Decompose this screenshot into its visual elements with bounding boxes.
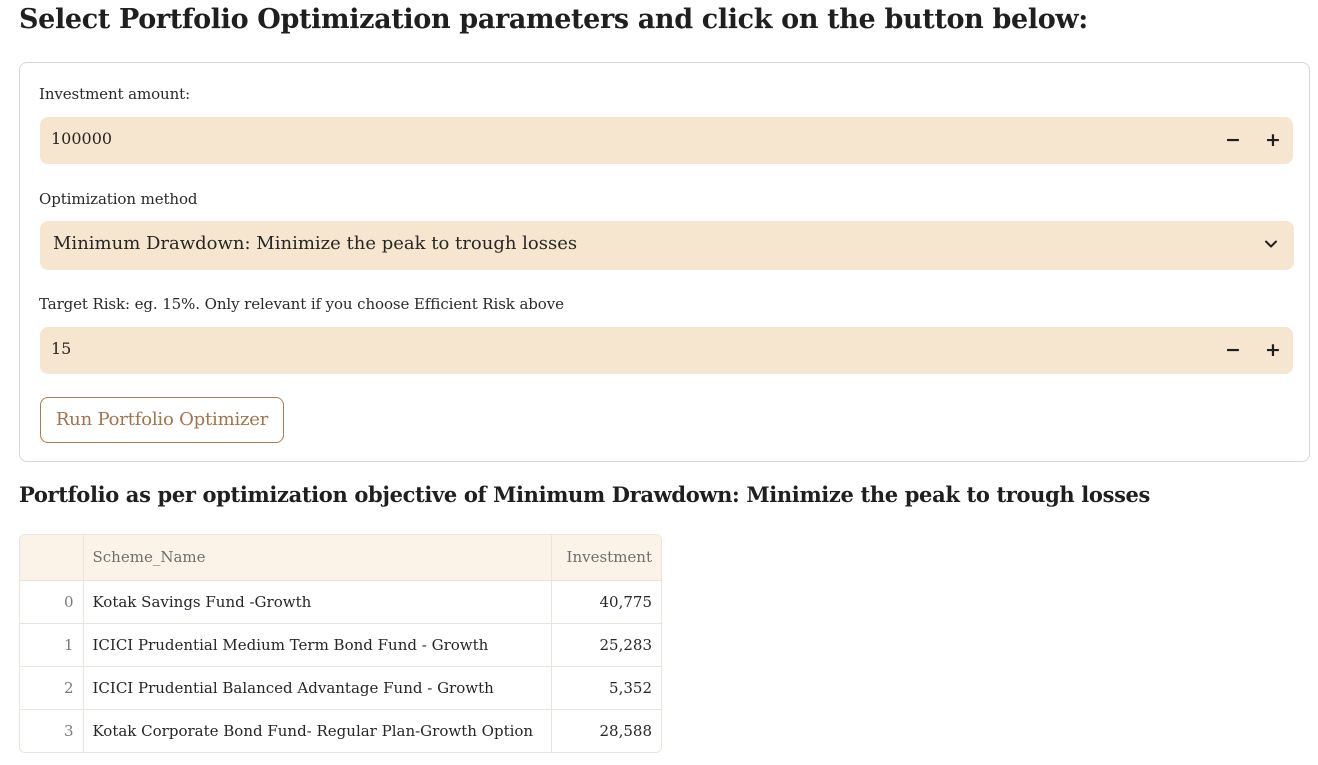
investment-amount-label: Investment amount:: [39, 85, 191, 103]
optimization-method-select[interactable]: Minimum Drawdown: Minimize the peak to t…: [40, 221, 1294, 270]
table-header-row: Scheme_Name Investment: [20, 535, 661, 581]
run-optimizer-button[interactable]: Run Portfolio Optimizer: [40, 397, 284, 443]
result-title: Portfolio as per optimization objective …: [19, 482, 1151, 507]
investment-cell[interactable]: 40,775: [551, 580, 661, 624]
portfolio-table: Scheme_Name Investment 0 Kotak Savings F…: [19, 534, 662, 753]
investment-amount-value[interactable]: 100000: [51, 129, 112, 148]
column-header-scheme-name[interactable]: Scheme_Name: [83, 535, 552, 581]
scheme-name-cell[interactable]: Kotak Savings Fund -Growth: [83, 580, 552, 624]
row-index: 3: [20, 709, 84, 752]
chevron-down-icon[interactable]: [1264, 237, 1278, 251]
table-row: 2 ICICI Prudential Balanced Advantage Fu…: [20, 666, 661, 710]
scheme-name-cell[interactable]: Kotak Corporate Bond Fund- Regular Plan-…: [83, 709, 552, 752]
table-row: 1 ICICI Prudential Medium Term Bond Fund…: [20, 623, 661, 667]
table-row: 3 Kotak Corporate Bond Fund- Regular Pla…: [20, 709, 661, 752]
optimization-method-value[interactable]: Minimum Drawdown: Minimize the peak to t…: [53, 233, 577, 254]
target-risk-increment-button[interactable]: +: [1261, 338, 1285, 362]
row-index: 2: [20, 666, 84, 710]
target-risk-input[interactable]: 15 − +: [40, 327, 1293, 374]
column-header-investment[interactable]: Investment: [551, 535, 661, 581]
investment-increment-button[interactable]: +: [1261, 128, 1285, 152]
target-risk-value[interactable]: 15: [51, 339, 71, 358]
investment-cell[interactable]: 28,588: [551, 709, 661, 752]
investment-cell[interactable]: 25,283: [551, 623, 661, 667]
investment-decrement-button[interactable]: −: [1221, 128, 1245, 152]
row-index: 0: [20, 580, 84, 624]
investment-amount-input[interactable]: 100000 − +: [40, 117, 1293, 164]
optimization-method-label: Optimization method: [39, 190, 198, 208]
column-header-index[interactable]: [20, 535, 84, 581]
optimizer-form: Investment amount: 100000 − + Optimizati…: [19, 62, 1310, 462]
investment-cell[interactable]: 5,352: [551, 666, 661, 710]
target-risk-label: Target Risk: eg. 15%. Only relevant if y…: [39, 295, 564, 313]
target-risk-decrement-button[interactable]: −: [1221, 338, 1245, 362]
row-index: 1: [20, 623, 84, 667]
table-row: 0 Kotak Savings Fund -Growth 40,775: [20, 580, 661, 624]
page-title: Select Portfolio Optimization parameters…: [19, 4, 1088, 35]
scheme-name-cell[interactable]: ICICI Prudential Balanced Advantage Fund…: [83, 666, 552, 710]
scheme-name-cell[interactable]: ICICI Prudential Medium Term Bond Fund -…: [83, 623, 552, 667]
